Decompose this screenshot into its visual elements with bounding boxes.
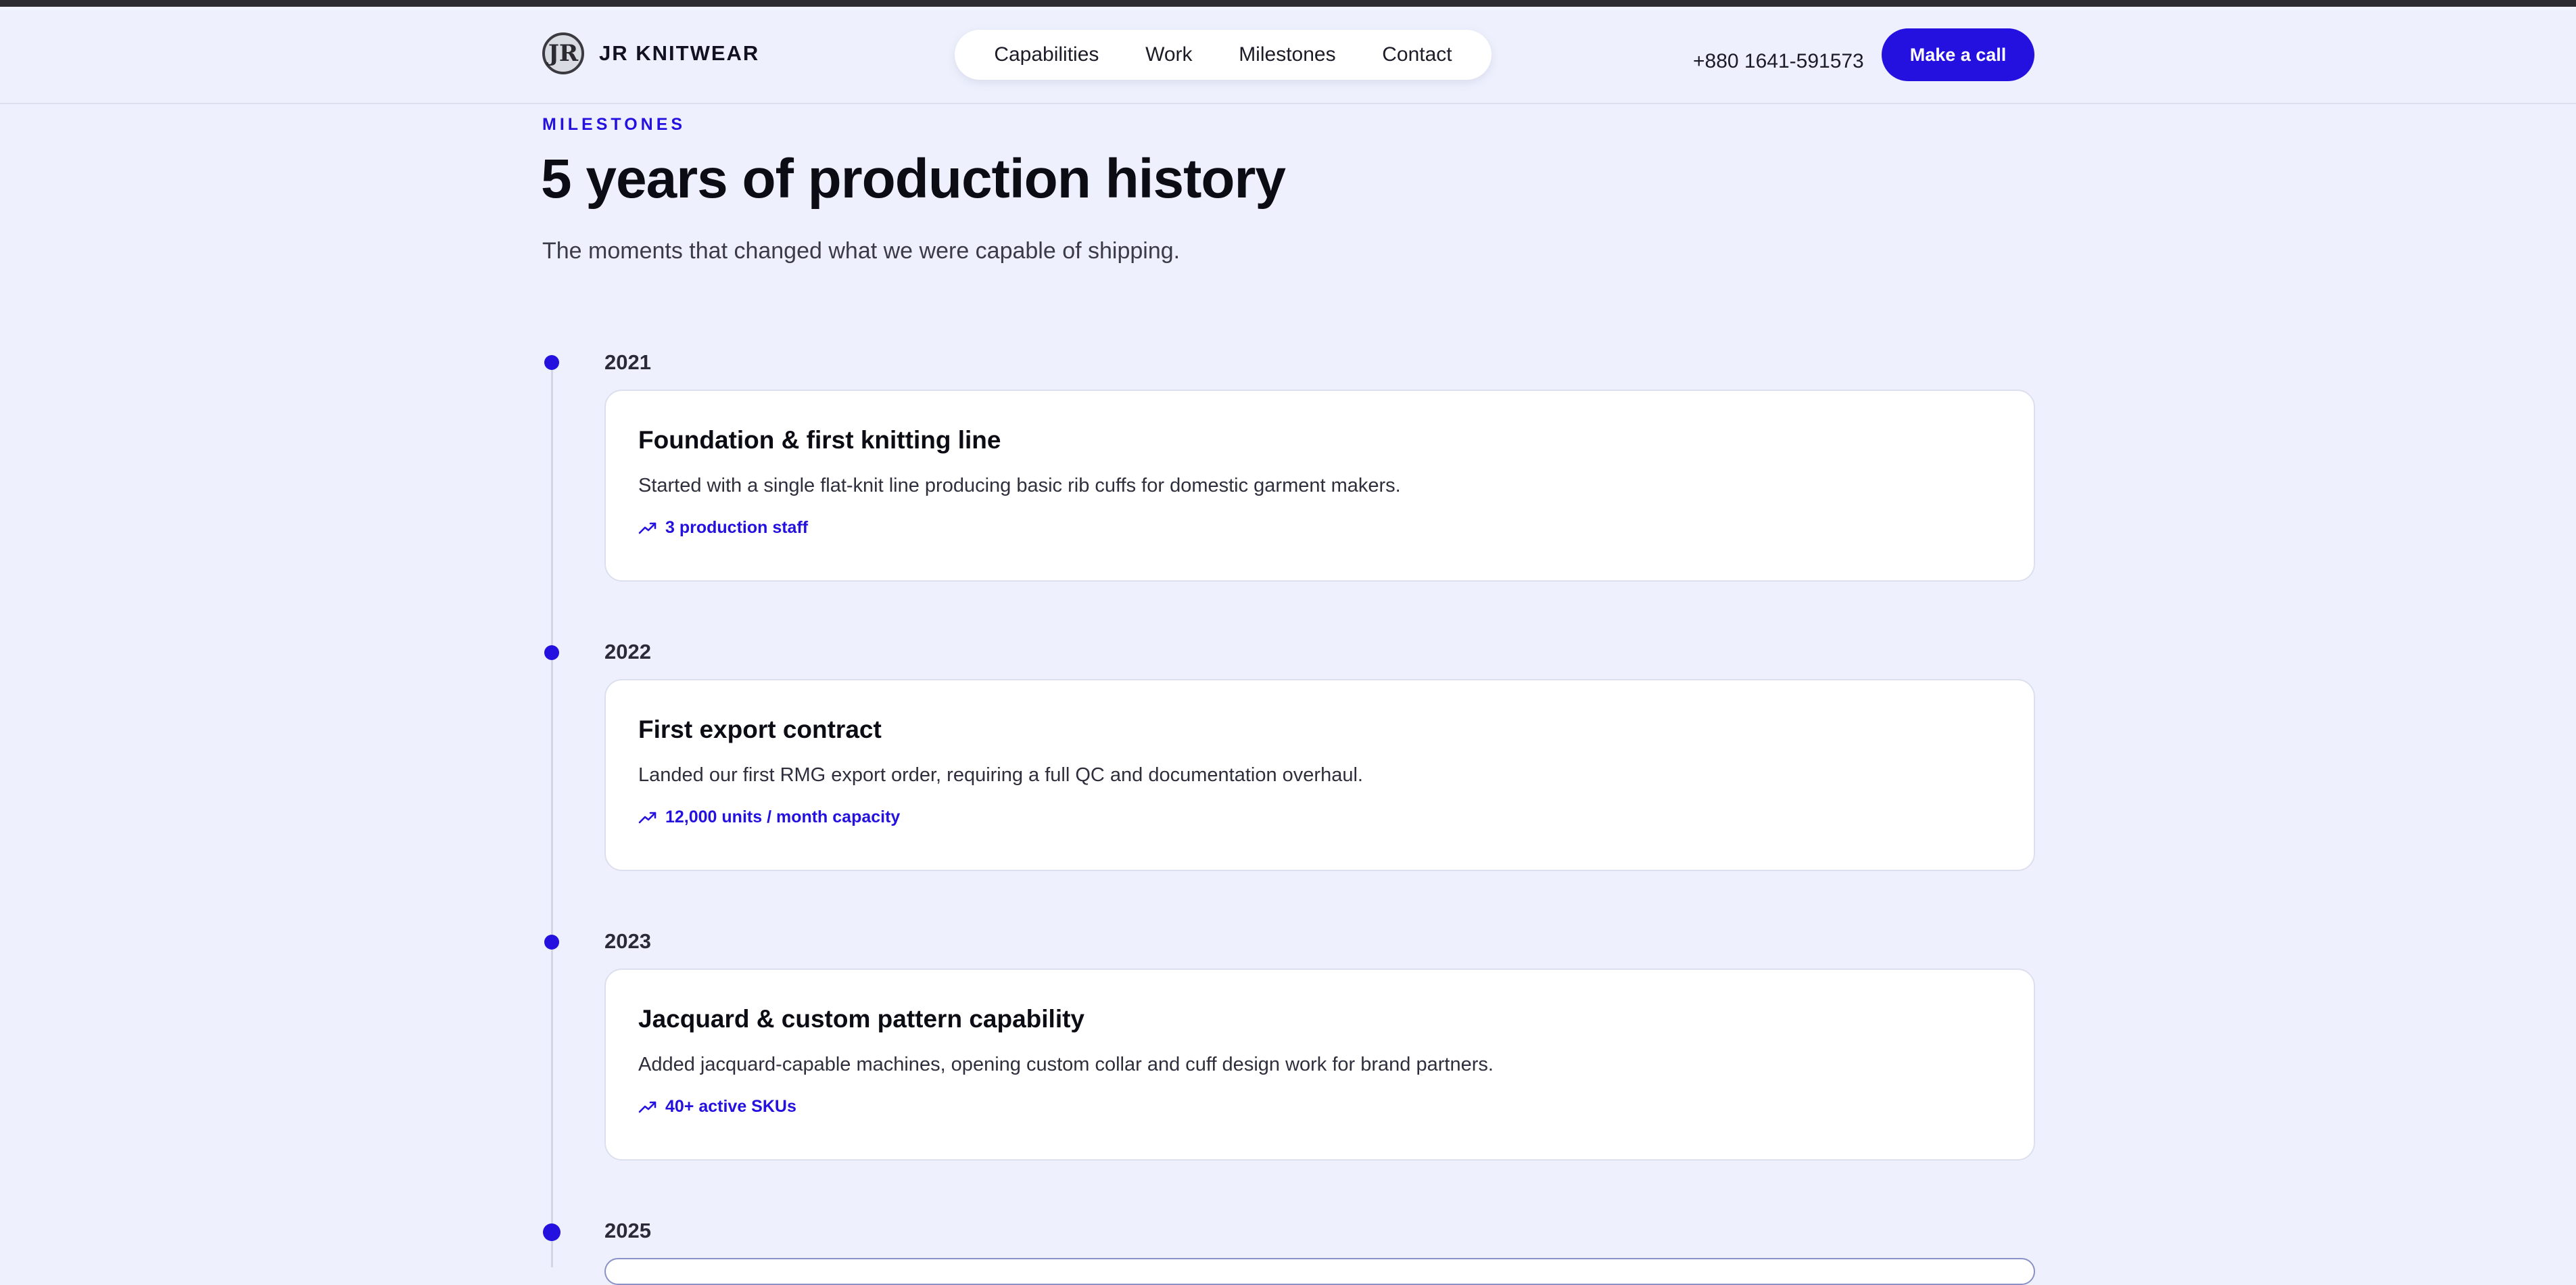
make-a-call-button[interactable]: Make a call [1882,28,2034,81]
milestone-description: Added jacquard-capable machines, opening… [638,1054,1494,1075]
milestone-year: 2025 [604,1219,651,1242]
milestone-year: 2023 [604,929,651,953]
brand-name: JR KNITWEAR [599,41,760,65]
milestone-stat: 40+ active SKUs [638,1097,796,1117]
timeline-dot [544,355,559,370]
trending-up-icon [638,1101,657,1113]
timeline-line [551,363,553,1267]
trending-up-icon [638,812,657,823]
phone-number[interactable]: +880 1641-591573 [1693,50,1864,73]
milestone-stat-label: 3 production staff [665,518,809,537]
milestone-description: Landed our first RMG export order, requi… [638,764,1363,786]
milestone-stat-label: 40+ active SKUs [665,1097,796,1116]
brand-logo-icon: JR [542,32,584,74]
site-header: JR JR KNITWEAR Capabilities Work Milesto… [0,7,2576,104]
timeline-dot [544,645,559,660]
milestone-title: Foundation & first knitting line [638,426,1001,454]
milestone-title: First export contract [638,716,882,743]
milestone-year: 2022 [604,640,651,663]
main-nav: Capabilities Work Milestones Contact [955,30,1492,80]
nav-item-milestones[interactable]: Milestones [1239,43,1335,66]
timeline-dot-active [543,1223,560,1241]
nav-item-capabilities[interactable]: Capabilities [994,43,1099,66]
top-accent-bar [0,0,2576,7]
milestone-stat: 3 production staff [638,518,808,538]
milestone-card: First export contract Landed our first R… [604,679,2035,871]
nav-item-work[interactable]: Work [1145,43,1192,66]
milestone-card: Foundation & first knitting line Started… [604,390,2035,582]
nav-item-contact[interactable]: Contact [1382,43,1452,66]
trending-up-icon [638,522,657,534]
milestone-year: 2021 [604,350,651,374]
milestone-title: Jacquard & custom pattern capability [638,1005,1085,1033]
milestone-stat-label: 12,000 units / month capacity [665,808,901,826]
page-subtitle: The moments that changed what we were ca… [542,238,1180,264]
section-eyebrow: MILESTONES [542,115,686,134]
milestone-stat: 12,000 units / month capacity [638,808,900,827]
brand[interactable]: JR JR KNITWEAR [542,32,759,74]
timeline-dot [544,935,559,950]
milestone-card: Jacquard & custom pattern capability Add… [604,968,2035,1161]
milestone-description: Started with a single flat-knit line pro… [638,475,1401,496]
milestone-card-active [604,1258,2035,1285]
page-title: 5 years of production history [541,148,1286,210]
